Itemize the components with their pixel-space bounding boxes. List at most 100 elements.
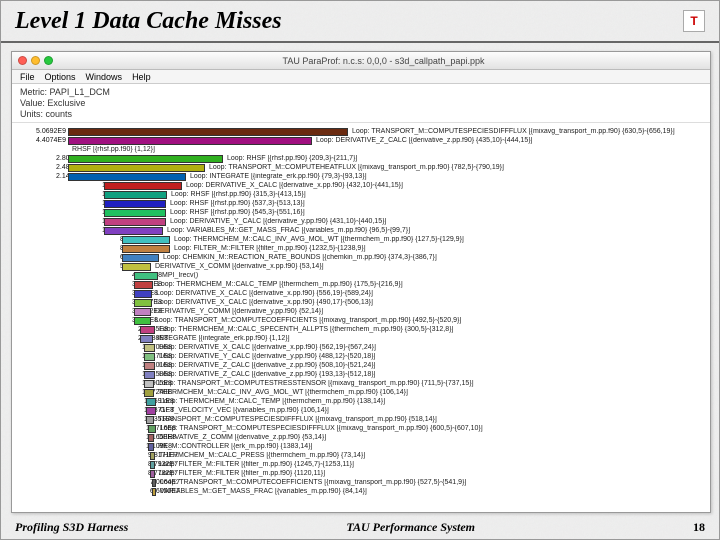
bar-icon[interactable]	[150, 452, 155, 460]
bar-icon[interactable]	[152, 479, 156, 487]
menu-options[interactable]: Options	[45, 72, 76, 82]
bar-icon[interactable]	[68, 137, 312, 145]
bar-row[interactable]: 7.0064E7Loop: TRANSPORT_M::COMPUTECOEFFI…	[20, 478, 706, 487]
bar-row[interactable]: 3.3057E8Loop: DERIVATIVE_X_CALC [{deriva…	[20, 298, 706, 307]
bar-icon[interactable]	[104, 209, 166, 217]
menu-windows[interactable]: Windows	[86, 72, 123, 82]
bar-icon[interactable]	[144, 389, 154, 397]
minimize-icon[interactable]	[31, 56, 40, 65]
bar-icon[interactable]	[144, 344, 155, 352]
bar-label: Loop: DERIVATIVE_X_CALC [{derivative_x.p…	[152, 290, 373, 297]
window-titlebar[interactable]: TAU ParaProf: n.c.s: 0,0,0 - s3d_callpat…	[12, 52, 710, 70]
bar-row[interactable]: 3.307E8Loop: DERIVATIVE_X_CALC [{derivat…	[20, 289, 706, 298]
bar-row[interactable]: 8.7782E7Loop: FILTER_M::FILTER [{filter_…	[20, 469, 706, 478]
bar-icon[interactable]	[68, 128, 348, 136]
bar-row[interactable]: 1.3716E8 Loop: TRANSPORT_M::COMPUTESPECIE…	[20, 424, 706, 433]
bar-icon[interactable]	[146, 398, 156, 406]
bar-icon[interactable]	[104, 200, 166, 208]
bar-icon[interactable]	[104, 191, 167, 199]
bar-icon[interactable]	[148, 425, 156, 433]
menu-file[interactable]: File	[20, 72, 35, 82]
bar-row[interactable]: 3.3466E8Loop: THERMCHEM_M::CALC_TEMP [{t…	[20, 280, 706, 289]
close-icon[interactable]	[18, 56, 27, 65]
bar-icon[interactable]	[150, 461, 155, 469]
bar-icon[interactable]	[144, 353, 155, 361]
bar-row[interactable]: 1.1285E9Loop: RHSF [{rhsf.pp.f90} {545,3…	[20, 208, 706, 217]
bar-row[interactable]: 4.4074E9Loop: DERIVATIVE_Z_CALC [{deriva…	[20, 136, 706, 145]
bar-icon[interactable]	[144, 371, 155, 379]
bar-icon[interactable]	[134, 281, 153, 289]
bar-row[interactable]: 2.3488E8INTEGRATE [{integrate_erk.pp.f90…	[20, 334, 706, 343]
bar-icon[interactable]	[146, 416, 154, 424]
bar-row[interactable]: 2.4851E9Loop: TRANSPORT_M::COMPUTEHEATFL…	[20, 163, 706, 172]
bar-row[interactable]: 8.7678E8Loop: FILTER_M::FILTER [{filter_…	[20, 244, 706, 253]
bar-row[interactable]: 6.6050E7VARIABLES_M::GET_MASS_FRAC [{var…	[20, 487, 706, 496]
bar-row[interactable]: 1.1658E8DERIVATIVE_Z_COMM [{derivative_z…	[20, 433, 706, 442]
bar-label: DERIVATIVE_Z_COMM [{derivative_z.pp.f90}…	[154, 434, 326, 441]
bar-row[interactable]: 1.7371E8GET_VELOCITY_VEC [{variables_m.p…	[20, 406, 706, 415]
bar-icon[interactable]	[134, 317, 151, 325]
bar-icon[interactable]	[148, 443, 154, 451]
bar-icon[interactable]	[134, 308, 151, 316]
bar-icon[interactable]	[122, 236, 170, 244]
bar-icon[interactable]	[144, 380, 154, 388]
bar-row[interactable]: 1.9709E8Loop: DERIVATIVE_X_CALC [{deriva…	[20, 343, 706, 352]
bar-icon[interactable]	[134, 299, 152, 307]
bar-row[interactable]: 1.8905E8Loop: TRANSPORT_M::COMPUTESTRESS…	[20, 379, 706, 388]
metric-label: Metric: PAPI_L1_DCM	[20, 87, 702, 98]
bar-value: 8.7601E8	[20, 236, 122, 243]
bar-icon[interactable]	[104, 182, 182, 190]
bar-row[interactable]: 1.5351E8TRANSPORT_M::COMPUTESPECIESDIFFF…	[20, 415, 706, 424]
bar-label: Loop: RHSF [{rhsf.pp.f90} {537,3}-{513,1…	[166, 200, 305, 207]
bar-row[interactable]: 2.8022E9Loop: RHSF [{rhsf.pp.f90} {209,3…	[20, 154, 706, 163]
bar-label: THERMCHEM_M::CALC_INV_AVG_MOL_WT [{therm…	[154, 389, 408, 396]
bar-row[interactable]: RHSF [{rhsf.pp.f90} {1,12}]	[20, 145, 706, 154]
bar-icon[interactable]	[104, 227, 163, 235]
bar-value: 1.3716E8	[20, 425, 148, 432]
bar-row[interactable]: 5.2175E8DERIVATIVE_X_COMM [{derivative_x…	[20, 262, 706, 271]
bar-row[interactable]: 3.0922E8DERIVATIVE_Y_COMM [{derivative_y…	[20, 307, 706, 316]
bar-icon[interactable]	[68, 155, 223, 163]
bar-icon[interactable]	[146, 407, 156, 415]
bar-row[interactable]: 8.7601E8Loop: THERMCHEM_M::CALC_INV_AVG_…	[20, 235, 706, 244]
bar-icon[interactable]	[144, 362, 155, 370]
bar-icon[interactable]	[122, 245, 170, 253]
bar-row[interactable]: 1.1279E9Loop: DERIVATIVE_Y_CALC [{deriva…	[20, 217, 706, 226]
bar-row[interactable]: 2.7385E8Loop: THERMCHEM_M::CALC_SPECENTH…	[20, 325, 706, 334]
bar-icon[interactable]	[152, 488, 156, 496]
bar-icon[interactable]	[134, 272, 158, 280]
bar-icon[interactable]	[140, 335, 153, 343]
bar-icon[interactable]	[104, 218, 166, 226]
bar-row[interactable]: 5.0692E9Loop: TRANSPORT_M::COMPUTESPECIE…	[20, 127, 706, 136]
bar-row[interactable]: 1.1309E9Loop: RHSF [{rhsf.pp.f90} {537,3…	[20, 199, 706, 208]
bar-row[interactable]: 6.6101E8Loop: CHEMKIN_M::REACTION_RATE_B…	[20, 253, 706, 262]
bar-row[interactable]: 1.1453E9Loop: RHSF [{rhsf.pp.f90} {315,3…	[20, 190, 706, 199]
zoom-icon[interactable]	[44, 56, 53, 65]
bar-label: MPI_Irecv()	[158, 272, 198, 279]
menubar: File Options Windows Help	[12, 70, 710, 84]
bar-icon[interactable]	[140, 326, 155, 334]
bar-row[interactable]: 9.8171E7THERMCHEM_M::CALC_PRESS [{thermc…	[20, 451, 706, 460]
bar-label: Loop: TRANSPORT_M::COMPUTESPECIESDIFFFLU…	[156, 425, 483, 432]
bar-row[interactable]: 1.9171E8Loop: DERIVATIVE_Y_CALC [{deriva…	[20, 352, 706, 361]
bar-row[interactable]: 3.026E8Loop: TRANSPORT_M::COMPUTECOEFFIC…	[20, 316, 706, 325]
bar-row[interactable]: 1.7591E8Loop: THERMCHEM_M::CALC_TEMP [{t…	[20, 397, 706, 406]
bar-icon[interactable]	[68, 164, 205, 172]
bar-chart[interactable]: 5.0692E9Loop: TRANSPORT_M::COMPUTESPECIE…	[12, 123, 710, 513]
bar-row[interactable]: 1.8724E8THERMCHEM_M::CALC_INV_AVG_MOL_WT…	[20, 388, 706, 397]
bar-icon[interactable]	[122, 263, 151, 271]
bar-icon[interactable]	[148, 434, 154, 442]
bar-row[interactable]: 1.0725E9Loop: VARIABLES_M::GET_MASS_FRAC…	[20, 226, 706, 235]
bar-icon[interactable]	[68, 173, 186, 181]
bar-row[interactable]: 1.41E9Loop: DERIVATIVE_X_CALC [{derivati…	[20, 181, 706, 190]
bar-icon[interactable]	[122, 254, 159, 262]
bar-row[interactable]: 2.1401E9Loop: INTEGRATE [{integrate_erk.…	[20, 172, 706, 181]
bar-row[interactable]: 1.9101E8Loop: DERIVATIVE_Z_CALC [{deriva…	[20, 361, 706, 370]
bar-icon[interactable]	[150, 470, 155, 478]
bar-row[interactable]: 1.9158E8Loop: DERIVATIVE_Z_CALC [{deriva…	[20, 370, 706, 379]
bar-row[interactable]: 8.7932E7Loop: FILTER_M::FILTER [{filter_…	[20, 460, 706, 469]
bar-row[interactable]: 1.109E8RK_M::CONTROLLER [{erk_m.pp.f90} …	[20, 442, 706, 451]
bar-row[interactable]: 4.3883E8MPI_Irecv()	[20, 271, 706, 280]
menu-help[interactable]: Help	[132, 72, 151, 82]
bar-icon[interactable]	[134, 290, 152, 298]
